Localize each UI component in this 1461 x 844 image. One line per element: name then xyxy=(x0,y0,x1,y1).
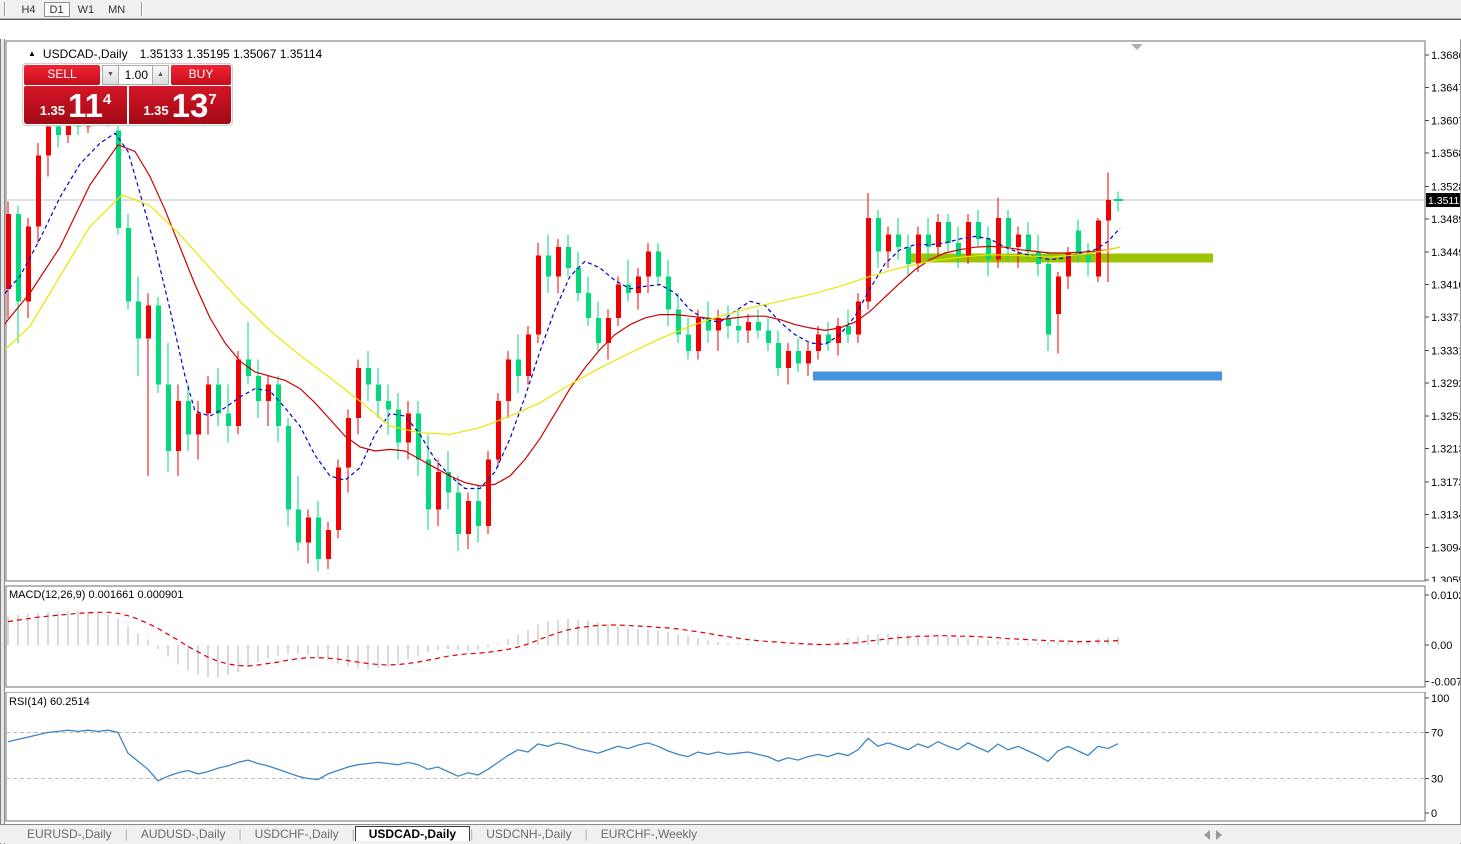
macd-axis-label: 0.00 xyxy=(1431,640,1452,652)
macd-indicator-chart: 0.010229 0.00 -0.00747 xyxy=(0,582,1461,692)
chart-tab-audusd[interactable]: AUDUSD-,Daily xyxy=(128,827,239,841)
timeframe-button-w1[interactable]: W1 xyxy=(72,2,101,17)
volume-field-box xyxy=(119,65,152,85)
candle xyxy=(1096,218,1101,282)
price-axis-label: 1.36860 xyxy=(1431,50,1461,62)
buy-price-point: 7 xyxy=(208,91,216,108)
current-price-tag: 1.35114 xyxy=(1428,195,1461,207)
candle xyxy=(496,393,501,468)
price-axis-label: 1.31340 xyxy=(1431,509,1461,521)
price-axis-label: 1.30940 xyxy=(1431,543,1461,555)
tab-scroll-right-icon[interactable] xyxy=(1216,830,1222,840)
price-axis-label: 1.34100 xyxy=(1431,280,1461,292)
volume-increase-button[interactable]: ▲ xyxy=(152,65,169,85)
candle xyxy=(336,459,341,538)
price-axis-label: 1.31730 xyxy=(1431,477,1461,489)
volume-input[interactable] xyxy=(119,66,150,84)
macd-axis-label: -0.00747 xyxy=(1431,676,1461,688)
rsi-axis-label: 30 xyxy=(1431,774,1443,786)
macd-main-value: 0.001661 xyxy=(88,589,134,601)
sell-button[interactable]: SELL xyxy=(24,65,100,85)
price-axis-label: 1.34490 xyxy=(1431,247,1461,259)
candle xyxy=(126,214,131,310)
toolbar-groove xyxy=(4,2,6,16)
chart-symbol-title: USDCAD-,Daily xyxy=(43,47,128,61)
support-line-blue xyxy=(813,372,1222,381)
sell-price-base: 1.35 xyxy=(40,103,65,118)
rsi-axis-label: 0 xyxy=(1431,808,1437,820)
candle xyxy=(236,351,241,434)
toolbar-groove xyxy=(141,2,143,16)
chart-tab-usdchf[interactable]: USDCHF-,Daily xyxy=(242,827,352,841)
buy-price-pips: 13 xyxy=(172,91,209,121)
candle xyxy=(156,297,161,393)
candle xyxy=(526,326,531,384)
price-axis-label: 1.36470 xyxy=(1431,82,1461,94)
macd-signal-value: 0.000901 xyxy=(137,589,183,601)
chart-tab-usdcnh[interactable]: USDCNH-,Daily xyxy=(473,827,584,841)
price-axis-label: 1.30550 xyxy=(1431,575,1461,582)
price-axis-label: 1.35680 xyxy=(1431,148,1461,160)
sell-price-button[interactable]: 1.35 11 4 xyxy=(24,86,127,124)
chart-tab-eurusd[interactable]: EURUSD-,Daily xyxy=(14,827,125,841)
candle xyxy=(536,243,541,343)
price-axis-label: 1.33310 xyxy=(1431,345,1461,357)
chart-tab-usdcad[interactable]: USDCAD-,Daily xyxy=(355,826,470,841)
rsi-axis-label: 70 xyxy=(1431,728,1443,740)
chart-tab-bar: EURUSD-,Daily|AUDUSD-,Daily|USDCHF-,Dail… xyxy=(0,824,1461,843)
sell-price-point: 4 xyxy=(103,91,111,108)
price-axis-label: 1.34890 xyxy=(1431,214,1461,226)
timeframe-button-d1[interactable]: D1 xyxy=(44,2,70,17)
volume-decrease-button[interactable]: ▼ xyxy=(102,65,119,85)
timeframe-toolbar: H4D1W1MN xyxy=(0,0,1461,19)
timeframe-button-mn[interactable]: MN xyxy=(102,2,131,17)
rsi-indicator-chart: 100 70 30 0 xyxy=(0,692,1461,823)
sell-price-pips: 11 xyxy=(68,91,103,121)
price-axis-label: 1.35280 xyxy=(1431,181,1461,193)
price-axis-label: 1.32520 xyxy=(1431,411,1461,423)
price-axis-label: 1.32920 xyxy=(1431,378,1461,390)
buy-price-button[interactable]: 1.35 13 7 xyxy=(129,86,231,124)
one-click-trade-panel: SELL ▼ ▲ BUY 1.35 11 4 1.35 13 7 xyxy=(22,63,233,126)
price-axis-label: 1.33710 xyxy=(1431,312,1461,324)
price-axis-label: 1.36070 xyxy=(1431,116,1461,128)
price-axis-label: 1.32130 xyxy=(1431,444,1461,456)
rsi-axis-label: 100 xyxy=(1431,693,1449,705)
rsi-title: RSI(14) 60.2514 xyxy=(9,696,90,708)
rsi-value: 60.2514 xyxy=(50,696,90,708)
window-left-border xyxy=(0,39,5,844)
macd-axis-label: 0.010229 xyxy=(1431,590,1461,602)
buy-price-base: 1.35 xyxy=(143,103,168,118)
chart-window: 1.36860 1.36470 1.36070 1.35680 1.35280 1.348… xyxy=(0,19,1461,824)
chart-header: ▲ USDCAD-,Daily 1.35133 1.35195 1.35067 1.… xyxy=(28,47,322,60)
timeframe-button-h4[interactable]: H4 xyxy=(15,2,41,17)
macd-title: MACD(12,26,9) 0.001661 0.000901 xyxy=(9,589,183,601)
chart-tab-eurchf[interactable]: EURCHF-,Weekly xyxy=(588,827,710,841)
candle xyxy=(486,451,491,534)
chart-ohlc-values: 1.35133 1.35195 1.35067 1.35114 xyxy=(140,47,323,61)
tab-scroll-left-icon[interactable] xyxy=(1204,830,1210,840)
collapse-trade-panel-icon[interactable]: ▲ xyxy=(28,49,36,58)
buy-button[interactable]: BUY xyxy=(171,65,231,85)
